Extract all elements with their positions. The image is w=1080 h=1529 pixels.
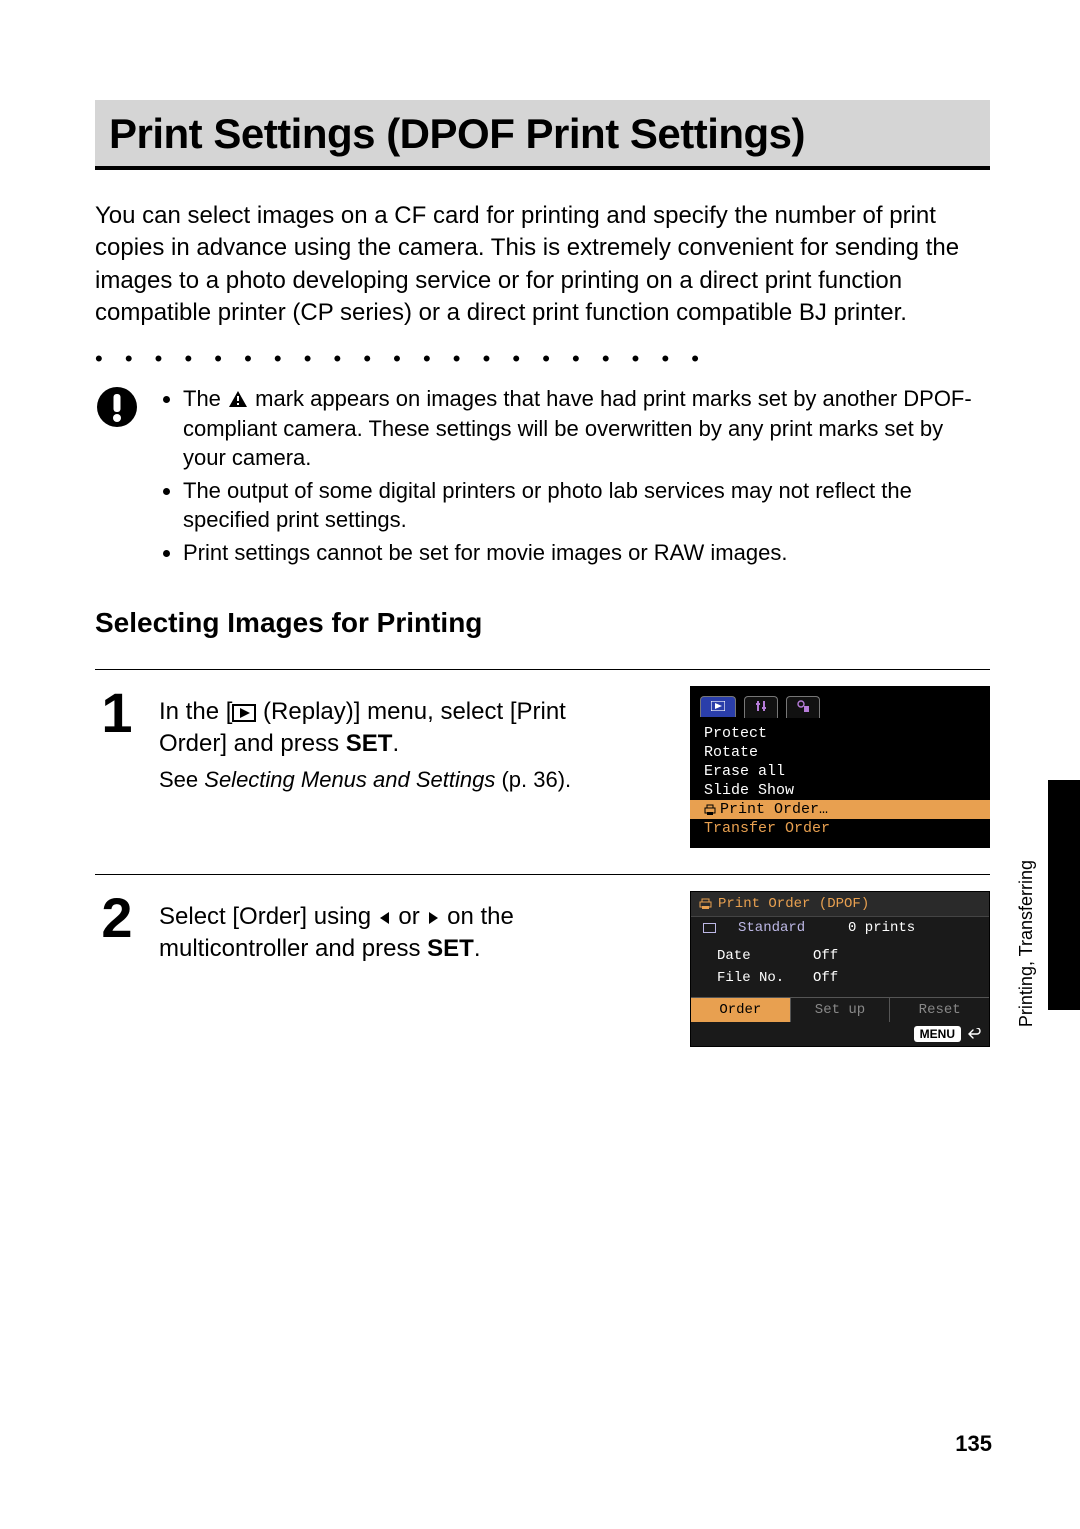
caution-bullet-1: The mark appears on images that have had… bbox=[183, 384, 990, 472]
subsection-heading: Selecting Images for Printing bbox=[95, 607, 990, 639]
step-number-2: 2 bbox=[95, 893, 139, 943]
step-1: 1 In the [ (Replay)] menu, select [Print… bbox=[95, 692, 605, 793]
lcd-menu-item: Slide Show bbox=[690, 781, 990, 800]
side-section-label: Printing, Transferring bbox=[1016, 860, 1037, 1027]
page-number: 135 bbox=[955, 1431, 992, 1457]
caution-bullet-2: The output of some digital printers or p… bbox=[183, 476, 990, 534]
divider bbox=[95, 874, 990, 875]
lcd2-type-row: Standard 0 prints bbox=[691, 917, 989, 939]
step-2-instruction: Select [Order] using or on the multicont… bbox=[159, 901, 605, 966]
lcd2-tab-reset: Reset bbox=[890, 998, 989, 1022]
step-1-reference: See Selecting Menus and Settings (p. 36)… bbox=[159, 767, 605, 793]
lcd-menu-item: Rotate bbox=[690, 743, 990, 762]
back-arrow-icon bbox=[967, 1028, 981, 1040]
lcd-menu-item: Erase all bbox=[690, 762, 990, 781]
lcd2-tab-setup: Set up bbox=[791, 998, 891, 1022]
section-title-bar: Print Settings (DPOF Print Settings) bbox=[95, 100, 990, 170]
standard-icon bbox=[703, 920, 718, 936]
lcd-screenshot-print-order: Print Order (DPOF) Standard 0 prints Dat… bbox=[690, 891, 990, 1047]
lcd-tab-tools bbox=[744, 696, 778, 718]
caution-block: The mark appears on images that have had… bbox=[95, 384, 990, 571]
step-2: 2 Select [Order] using or on the multico… bbox=[95, 897, 605, 966]
caution-icon bbox=[95, 384, 139, 571]
lcd2-tabs: Order Set up Reset bbox=[691, 997, 989, 1022]
lcd-menu-item: Protect bbox=[690, 724, 990, 743]
lcd-menu-item: Transfer Order bbox=[690, 819, 990, 838]
divider bbox=[95, 669, 990, 670]
section-title: Print Settings (DPOF Print Settings) bbox=[109, 110, 976, 158]
lcd2-tab-order: Order bbox=[691, 998, 791, 1022]
left-arrow-icon bbox=[378, 903, 392, 930]
right-arrow-icon bbox=[426, 903, 440, 930]
caution-bullet-3: Print settings cannot be set for movie i… bbox=[183, 538, 990, 567]
replay-icon bbox=[232, 704, 256, 722]
lcd2-fileno-row: File No. Off bbox=[691, 967, 989, 989]
lcd2-date-row: Date Off bbox=[691, 945, 989, 967]
edge-tab bbox=[1048, 780, 1080, 1010]
lcd2-menu-back: MENU bbox=[691, 1022, 989, 1046]
print-icon bbox=[699, 898, 712, 910]
menu-button-label: MENU bbox=[914, 1026, 961, 1042]
lcd-menu-item-selected: Print Order… bbox=[690, 800, 990, 819]
step-1-instruction: In the [ (Replay)] menu, select [Print O… bbox=[159, 696, 605, 761]
lcd-screenshot-replay-menu: Protect Rotate Erase all Slide Show Prin… bbox=[690, 686, 990, 848]
intro-paragraph: You can select images on a CF card for p… bbox=[95, 200, 990, 330]
lcd-tab-replay bbox=[700, 696, 736, 717]
warning-triangle-icon bbox=[229, 385, 247, 414]
lcd-tab-setup bbox=[786, 696, 820, 718]
step-number-1: 1 bbox=[95, 688, 139, 738]
print-icon bbox=[704, 804, 716, 815]
lcd2-header: Print Order (DPOF) bbox=[691, 892, 989, 917]
dotted-separator: • • • • • • • • • • • • • • • • • • • • … bbox=[95, 348, 990, 370]
